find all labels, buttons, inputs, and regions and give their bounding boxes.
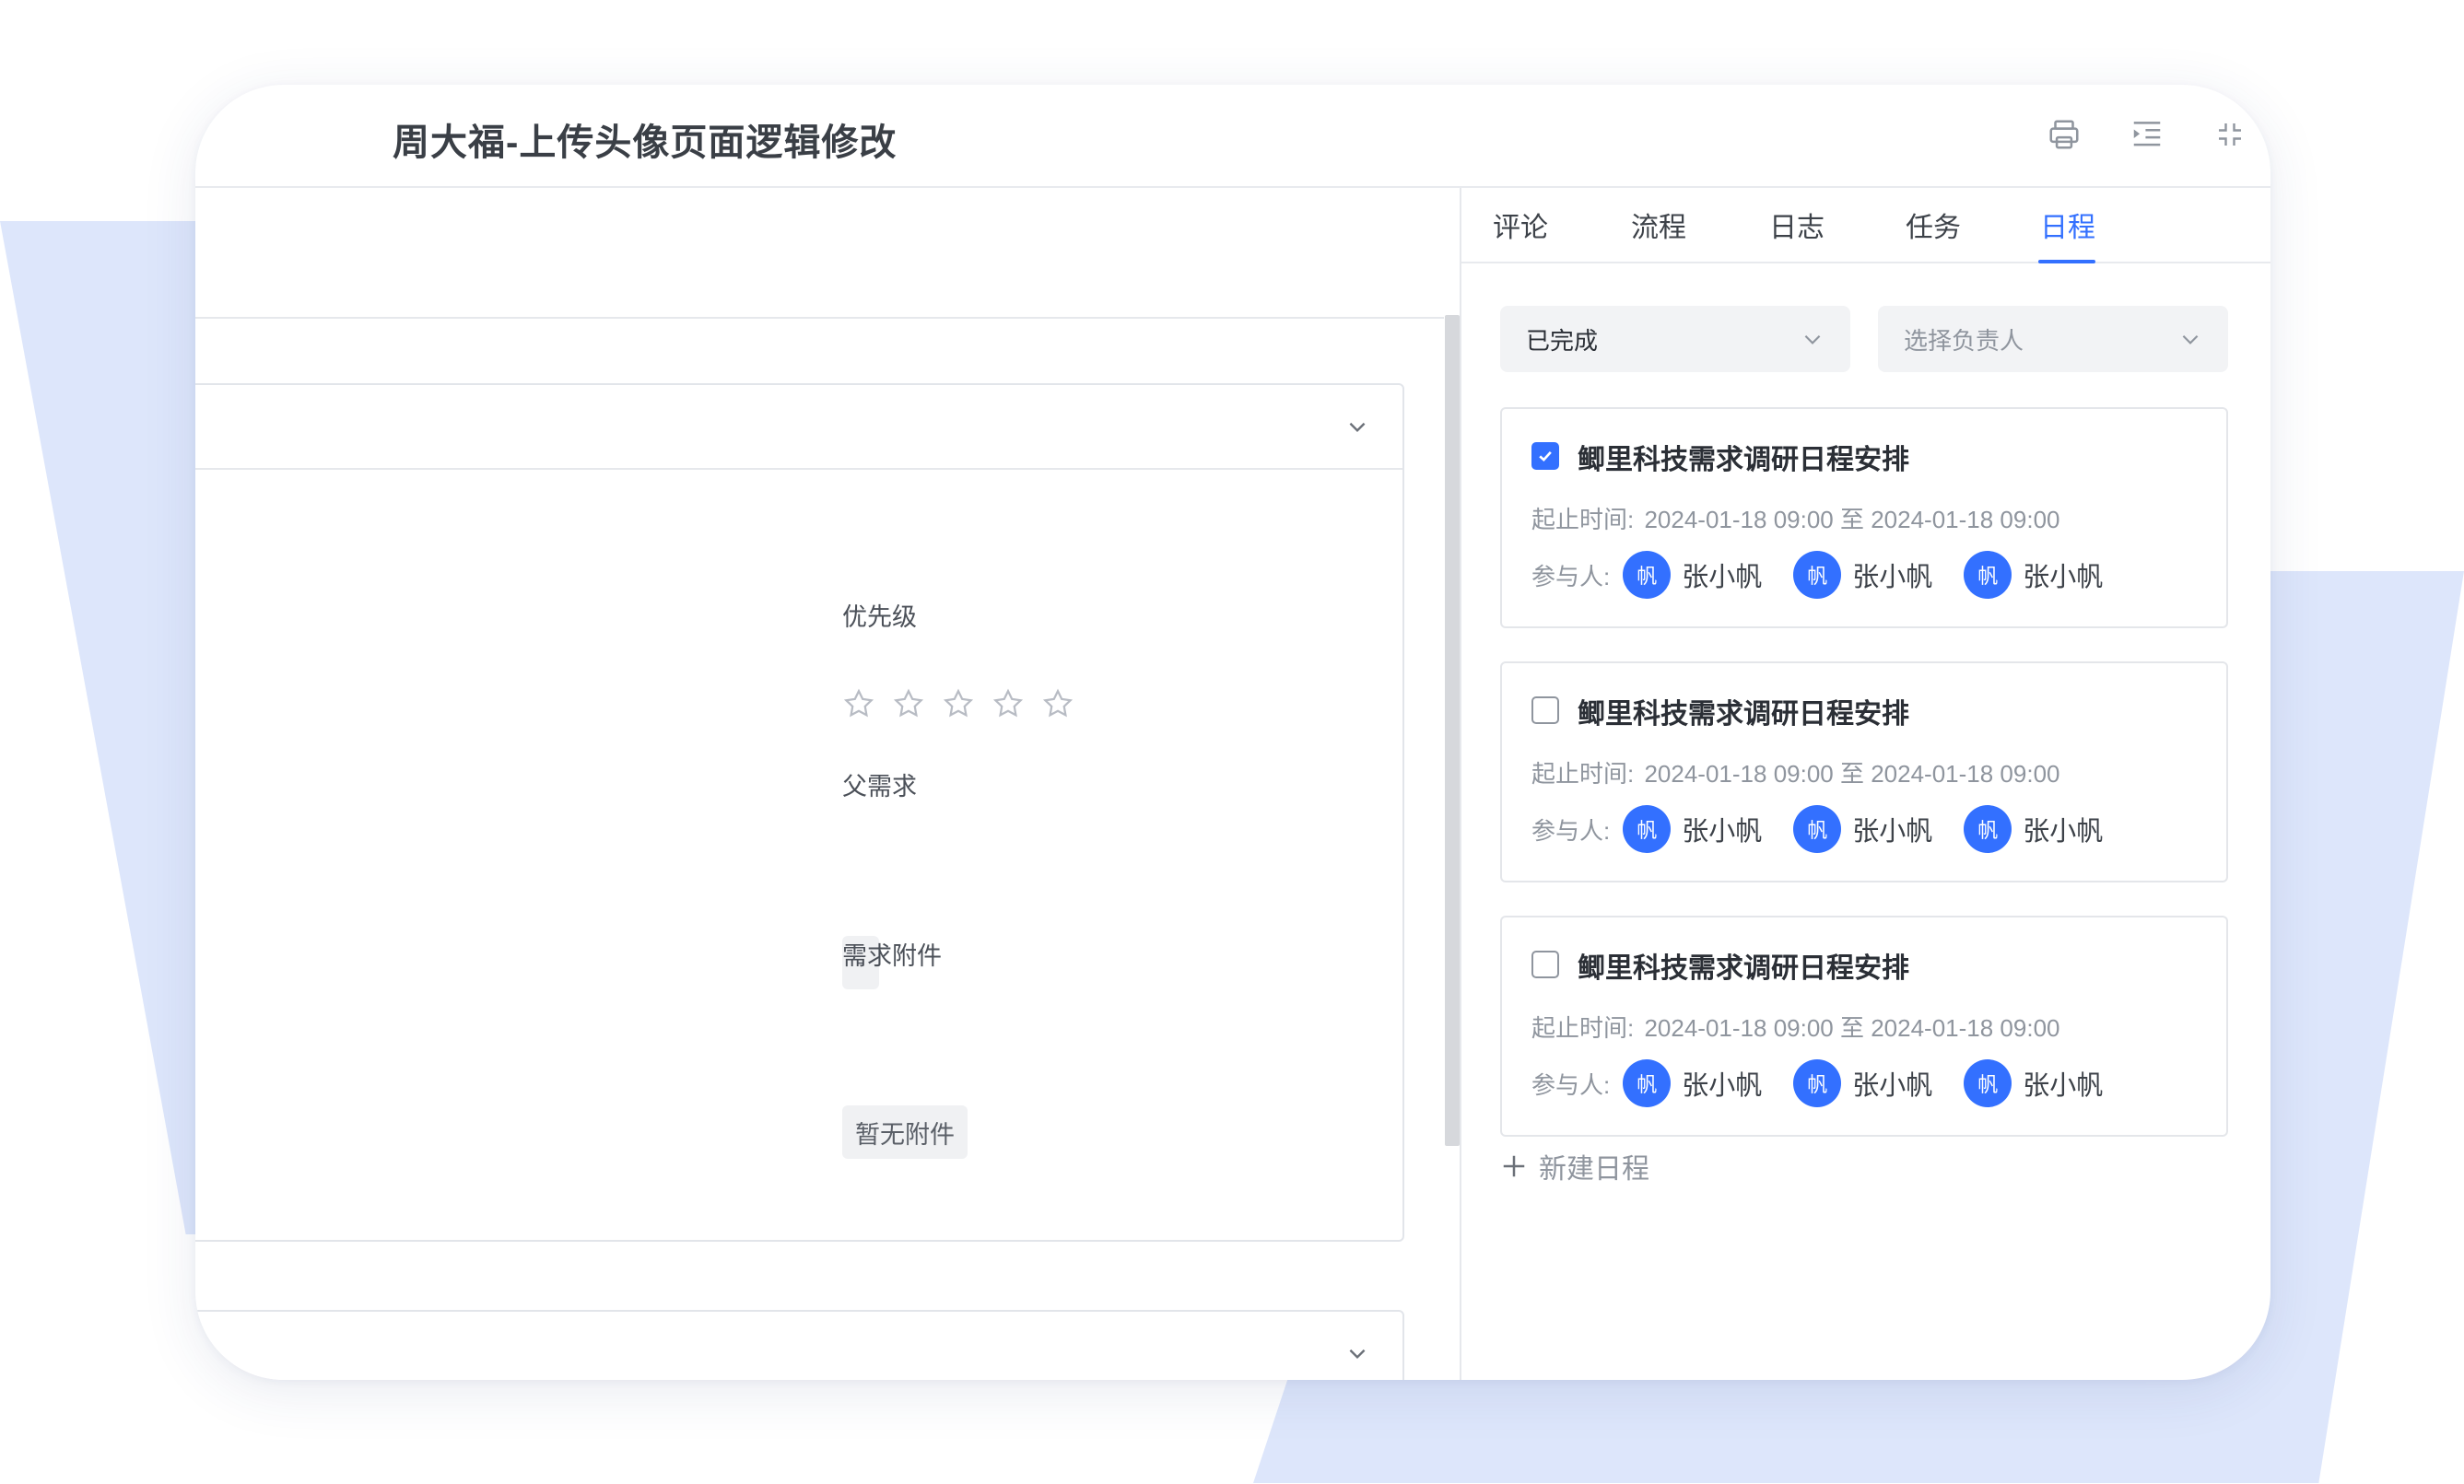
priority-label: 优先级 xyxy=(842,603,917,631)
avatar: 帆 xyxy=(1793,1059,1842,1107)
divider xyxy=(195,317,1444,319)
participants-row: 参与人: 帆 张小帆 帆 张小帆 帆 张小帆 xyxy=(1531,1057,2134,1109)
window-header: 周大福-上传头像页面逻辑修改 xyxy=(195,85,2270,188)
participant-name: 张小帆 xyxy=(2023,563,2104,592)
participant[interactable]: 帆 张小帆 xyxy=(1623,551,1762,599)
tab-schedule[interactable]: 日程 xyxy=(2040,204,2095,245)
participants-row: 参与人: 帆 张小帆 帆 张小帆 帆 张小帆 xyxy=(1531,803,2134,855)
stage: 周大福-上传头像页面逻辑修改 优先级 父需求 - 需求附件 暂无附件 评论 流程… xyxy=(0,0,2464,1484)
scrollbar[interactable] xyxy=(1445,315,1460,1146)
status-select[interactable]: 已完成 xyxy=(1500,306,1850,372)
check-icon xyxy=(1539,450,1552,462)
schedule-card[interactable]: 鲫里科技需求调研日程安排 起止时间: 2024-01-18 09:00 至 20… xyxy=(1500,661,2228,882)
avatar: 帆 xyxy=(1964,805,2012,853)
schedule-checkbox[interactable] xyxy=(1531,696,1559,724)
star-icon[interactable] xyxy=(842,687,875,720)
schedule-checkbox[interactable] xyxy=(1531,442,1559,470)
participant-name: 张小帆 xyxy=(1682,817,1763,847)
print-icon[interactable] xyxy=(2044,114,2084,155)
star-icon[interactable] xyxy=(1041,687,1074,720)
participant-name: 张小帆 xyxy=(1682,1071,1763,1101)
avatar: 帆 xyxy=(1623,1059,1672,1107)
participant[interactable]: 帆 张小帆 xyxy=(1623,805,1762,853)
time-value: 2024-01-18 09:00 至 2024-01-18 09:00 xyxy=(1644,1014,2060,1042)
star-icon[interactable] xyxy=(942,687,975,720)
schedule-time: 起止时间: 2024-01-18 09:00 至 2024-01-18 09:0… xyxy=(1531,501,2059,535)
outline-icon[interactable] xyxy=(2127,114,2167,155)
star-icon[interactable] xyxy=(892,687,925,720)
basic-info-panel xyxy=(195,383,1404,1242)
participant-name: 张小帆 xyxy=(2023,817,2104,847)
status-select-value: 已完成 xyxy=(1526,326,1599,355)
time-label: 起止时间: xyxy=(1531,760,1635,788)
tab-bar: 评论 流程 日志 任务 日程 xyxy=(1461,188,2270,263)
second-panel xyxy=(195,1310,1404,1380)
participant-name: 张小帆 xyxy=(1852,563,1933,592)
participant[interactable]: 帆 张小帆 xyxy=(1964,551,2103,599)
owner-select-placeholder: 选择负责人 xyxy=(1904,326,2024,355)
panel-header xyxy=(195,385,1402,470)
schedule-title: 鲫里科技需求调研日程安排 xyxy=(1578,699,1909,730)
avatar: 帆 xyxy=(1964,551,2012,599)
participant-name: 张小帆 xyxy=(1852,1071,1933,1101)
participant[interactable]: 帆 张小帆 xyxy=(1793,805,1932,853)
owner-select[interactable]: 选择负责人 xyxy=(1878,306,2228,372)
avatar: 帆 xyxy=(1793,805,1842,853)
active-tab-indicator xyxy=(2038,260,2095,263)
participant[interactable]: 帆 张小帆 xyxy=(1964,805,2103,853)
priority-rating[interactable] xyxy=(842,687,1074,720)
tab-workflow[interactable]: 流程 xyxy=(1631,204,1686,245)
attachment-label: 需求附件 xyxy=(842,942,942,970)
chevron-down-icon xyxy=(1804,334,1821,345)
tab-comments[interactable]: 评论 xyxy=(1493,204,1548,245)
participant[interactable]: 帆 张小帆 xyxy=(1623,1059,1762,1107)
participants-row: 参与人: 帆 张小帆 帆 张小帆 帆 张小帆 xyxy=(1531,549,2134,601)
participant-name: 张小帆 xyxy=(1852,817,1933,847)
new-schedule-button[interactable]: 新建日程 xyxy=(1500,1146,1649,1186)
parent-requirement-label: 父需求 xyxy=(842,773,917,800)
schedule-title: 鲫里科技需求调研日程安排 xyxy=(1578,445,1909,475)
participants-label: 参与人: xyxy=(1531,816,1611,845)
collapse-icon[interactable] xyxy=(2210,114,2250,155)
avatar: 帆 xyxy=(1793,551,1842,599)
schedule-checkbox[interactable] xyxy=(1531,951,1559,978)
chevron-down-icon[interactable] xyxy=(1345,415,1369,438)
schedule-card[interactable]: 鲫里科技需求调研日程安排 起止时间: 2024-01-18 09:00 至 20… xyxy=(1500,916,2228,1137)
participant[interactable]: 帆 张小帆 xyxy=(1793,551,1932,599)
window-title: 周大福-上传头像页面逻辑修改 xyxy=(393,123,898,163)
avatar: 帆 xyxy=(1964,1059,2012,1107)
time-value: 2024-01-18 09:00 至 2024-01-18 09:00 xyxy=(1644,506,2060,533)
tab-tasks[interactable]: 任务 xyxy=(1906,204,1961,245)
participant[interactable]: 帆 张小帆 xyxy=(1793,1059,1932,1107)
detail-window: 周大福-上传头像页面逻辑修改 优先级 父需求 - 需求附件 暂无附件 评论 流程… xyxy=(195,85,2270,1380)
attachment-value: 暂无附件 xyxy=(842,1105,968,1159)
schedule-time: 起止时间: 2024-01-18 09:00 至 2024-01-18 09:0… xyxy=(1531,755,2059,789)
participant-name: 张小帆 xyxy=(1682,563,1763,592)
time-label: 起止时间: xyxy=(1531,506,1635,533)
time-value: 2024-01-18 09:00 至 2024-01-18 09:00 xyxy=(1644,760,2060,788)
avatar: 帆 xyxy=(1623,551,1672,599)
participant-name: 张小帆 xyxy=(2023,1071,2104,1101)
schedule-title: 鲫里科技需求调研日程安排 xyxy=(1578,953,1909,984)
participants-label: 参与人: xyxy=(1531,562,1611,590)
side-panel: 评论 流程 日志 任务 日程 已完成 选择负责人 鲫里科技需求调研日程安排 起止… xyxy=(1460,188,2270,1380)
chevron-down-icon[interactable] xyxy=(1345,1341,1369,1365)
star-icon[interactable] xyxy=(991,687,1025,720)
schedule-time: 起止时间: 2024-01-18 09:00 至 2024-01-18 09:0… xyxy=(1531,1010,2059,1044)
chevron-down-icon xyxy=(2182,334,2199,345)
tab-log[interactable]: 日志 xyxy=(1769,204,1825,245)
avatar: 帆 xyxy=(1623,805,1672,853)
participant[interactable]: 帆 张小帆 xyxy=(1964,1059,2103,1107)
plus-icon xyxy=(1500,1152,1528,1180)
participants-label: 参与人: xyxy=(1531,1070,1611,1099)
detail-pane: 优先级 父需求 - 需求附件 暂无附件 xyxy=(195,188,1460,1380)
new-schedule-label: 新建日程 xyxy=(1539,1154,1649,1185)
schedule-card[interactable]: 鲫里科技需求调研日程安排 起止时间: 2024-01-18 09:00 至 20… xyxy=(1500,407,2228,628)
time-label: 起止时间: xyxy=(1531,1014,1635,1042)
